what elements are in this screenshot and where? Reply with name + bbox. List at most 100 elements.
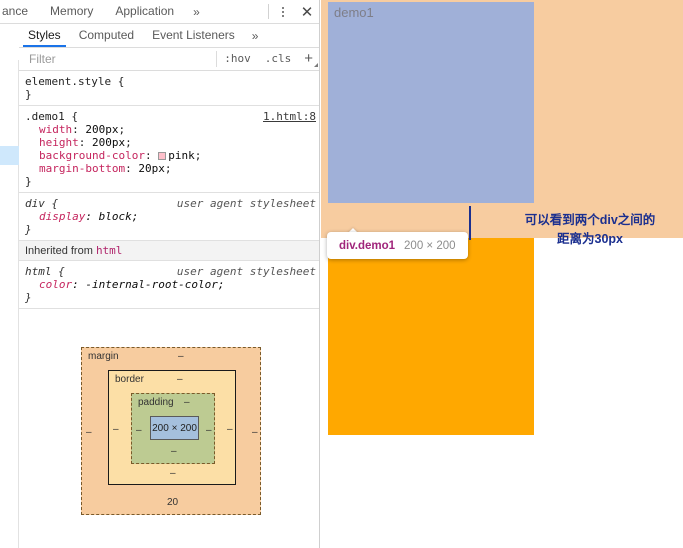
padding-left-value[interactable]: – <box>136 425 142 436</box>
declaration-display[interactable]: display: block; <box>25 210 319 223</box>
dom-selected-node-row[interactable] <box>0 146 19 165</box>
demo2-element[interactable] <box>328 238 534 435</box>
close-brace-text: } <box>25 223 32 236</box>
property-name: display <box>39 210 86 223</box>
border-top-value[interactable]: – <box>177 374 183 385</box>
colon: : <box>144 149 159 162</box>
tab-memory[interactable]: Memory <box>39 0 104 23</box>
styles-sidebar-tabbar: Styles Computed Event Listeners » <box>19 24 319 48</box>
css-rules-list[interactable]: element.style { } 1.html:8 .demo1 { widt… <box>19 71 319 333</box>
margin-right-value[interactable]: – <box>252 427 258 438</box>
inherited-from-header: Inherited from html <box>19 241 319 261</box>
declaration-margin-bottom[interactable]: margin-bottom: 20px; <box>25 162 319 175</box>
semicolon: ; <box>125 136 132 149</box>
tab-event-listeners[interactable]: Event Listeners <box>143 24 244 47</box>
colon: : <box>125 162 139 175</box>
border-right-value[interactable]: – <box>227 424 233 435</box>
more-sidebar-tabs-icon[interactable]: » <box>244 29 267 43</box>
box-model-border[interactable]: border – – – – padding – – – – 200 × 200 <box>108 370 236 485</box>
border-left-value[interactable]: – <box>113 424 119 435</box>
box-model-padding-label: padding <box>138 397 174 408</box>
property-name: height <box>39 136 79 149</box>
annotation-line-2: 距离为30px <box>557 232 623 246</box>
tooltip-selector: div.demo1 <box>339 239 396 252</box>
rule-selector: element.style { <box>25 75 319 88</box>
devtools-panel-tabbar: ance Memory Application » ✕ <box>0 0 319 24</box>
filter-input[interactable] <box>19 48 217 70</box>
demo1-element-highlight[interactable]: demo1 <box>328 2 534 203</box>
colon: : <box>78 136 92 149</box>
box-model-diagram[interactable]: margin – – – 20 border – – – – padding –… <box>19 336 319 548</box>
property-name: background-color <box>39 149 145 162</box>
box-model-padding[interactable]: padding – – – – 200 × 200 <box>131 393 215 464</box>
property-value: pink <box>168 149 195 162</box>
rule-source-ua: user agent stylesheet <box>176 265 316 278</box>
dom-tree-sliver[interactable] <box>0 60 19 548</box>
semicolon: ; <box>131 210 139 223</box>
tab-application[interactable]: Application <box>104 0 185 23</box>
color-swatch-icon[interactable] <box>158 152 167 160</box>
annotation-text: 可以看到两个div之间的 距离为30px <box>497 211 683 249</box>
tab-performance[interactable]: ance <box>0 0 39 23</box>
margin-left-value[interactable]: – <box>86 427 92 438</box>
demo1-label: demo1 <box>334 5 374 20</box>
semicolon: ; <box>217 278 225 291</box>
declaration-width[interactable]: width: 200px; <box>25 123 319 136</box>
inspector-tooltip: div.demo1 200 × 200 <box>327 232 468 259</box>
close-icon[interactable]: ✕ <box>294 1 319 23</box>
margin-top-value[interactable]: – <box>178 351 184 362</box>
rule-close-brace: } <box>25 291 319 304</box>
dropdown-corner-icon <box>314 63 318 67</box>
rule-close-brace: } <box>25 223 319 236</box>
close-brace-text: } <box>25 291 32 304</box>
inherited-label: Inherited from <box>25 245 93 257</box>
rule-close-brace: } <box>25 175 32 188</box>
new-style-rule-button[interactable]: + <box>298 48 319 70</box>
box-model-margin[interactable]: margin – – – 20 border – – – – padding –… <box>81 347 261 515</box>
declaration-color[interactable]: color: -internal-root-color; <box>25 278 319 291</box>
property-name: margin-bottom <box>39 162 126 175</box>
box-model-border-label: border <box>115 374 144 385</box>
declaration-height[interactable]: height: 200px; <box>25 136 319 149</box>
padding-right-value[interactable]: – <box>206 425 212 436</box>
rule-element-style[interactable]: element.style { } <box>19 71 319 106</box>
rule-div-ua[interactable]: user agent stylesheet div { display: blo… <box>19 193 319 241</box>
toggle-class-button[interactable]: .cls <box>258 48 299 70</box>
property-value: 200px <box>85 123 119 136</box>
property-value: -internal-root-color <box>85 278 218 291</box>
annotation-connector-line <box>469 206 471 240</box>
selector-text: .demo1 { <box>25 110 78 123</box>
devtools-panel: ance Memory Application » ✕ Styles Compu… <box>0 0 320 548</box>
box-model-content[interactable]: 200 × 200 <box>150 416 199 440</box>
property-value: 20px <box>138 162 165 175</box>
selector-text: element.style { <box>25 75 125 88</box>
colon: : <box>72 123 86 136</box>
page-viewport: demo1 div.demo1 200 × 200 可以看到两个div之间的 距… <box>321 0 683 548</box>
semicolon: ; <box>194 149 202 162</box>
inherited-source-node[interactable]: html <box>96 244 123 257</box>
toggle-hover-state-button[interactable]: :hov <box>217 48 258 70</box>
styles-filter-row: :hov .cls + <box>19 48 319 71</box>
more-vertical-icon[interactable] <box>272 1 294 23</box>
margin-bottom-value[interactable]: 20 <box>167 497 178 508</box>
tab-styles[interactable]: Styles <box>19 24 70 47</box>
tooltip-dimensions: 200 × 200 <box>404 239 456 252</box>
colon: : <box>85 210 99 223</box>
border-bottom-value[interactable]: – <box>170 468 176 479</box>
rule-html-ua[interactable]: user agent stylesheet html { color: -int… <box>19 261 319 309</box>
toolbar-divider <box>268 4 269 19</box>
rule-demo1[interactable]: 1.html:8 .demo1 { width: 200px; height: … <box>19 106 319 193</box>
more-tabs-icon[interactable]: » <box>185 5 208 19</box>
property-name: color <box>39 278 73 291</box>
box-model-margin-label: margin <box>88 351 119 362</box>
padding-bottom-value[interactable]: – <box>171 446 177 457</box>
rule-source-link[interactable]: 1.html:8 <box>263 110 316 123</box>
padding-top-value[interactable]: – <box>184 397 190 408</box>
rule-source-ua: user agent stylesheet <box>176 197 316 210</box>
selector-text: div { <box>25 197 59 210</box>
rule-close-brace: } <box>25 88 32 101</box>
property-value: block <box>98 210 132 223</box>
tab-computed[interactable]: Computed <box>70 24 143 47</box>
declaration-background-color[interactable]: background-color: pink; <box>25 149 319 162</box>
plus-icon: + <box>304 50 313 67</box>
